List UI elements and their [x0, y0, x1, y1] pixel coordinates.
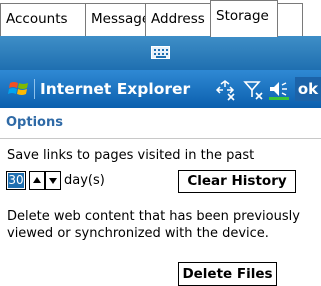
tab-message[interactable]: Message — [85, 3, 150, 36]
delete-files-button[interactable]: Delete Files — [178, 262, 277, 286]
title-bar: Internet Explorer ok — [0, 70, 321, 108]
arrow-up-icon — [33, 177, 41, 183]
tab-strip-filler — [277, 3, 303, 36]
days-up-button[interactable] — [29, 171, 45, 190]
tab-strip: Accounts Message Address Storage — [0, 0, 321, 37]
days-value: 30 — [8, 173, 24, 188]
save-links-label: Save links to pages visited in the past — [7, 148, 255, 163]
keyboard-icon[interactable] — [151, 46, 170, 59]
options-title: Options — [6, 115, 63, 130]
clear-history-button[interactable]: Clear History — [178, 170, 296, 193]
signal-icon[interactable] — [243, 79, 265, 101]
ok-button[interactable]: ok — [295, 77, 321, 101]
volume-icon[interactable] — [267, 79, 291, 101]
days-unit-label: day(s) — [64, 173, 105, 188]
input-panel-bar — [0, 36, 321, 70]
arrow-down-icon — [49, 178, 57, 184]
window-title: Internet Explorer — [40, 80, 191, 98]
delete-description-line1: Delete web content that has been previou… — [7, 209, 300, 224]
title-separator — [34, 79, 35, 99]
days-down-button[interactable] — [45, 171, 61, 190]
delete-description-line2: viewed or synchronized with the device. — [7, 226, 269, 241]
tab-address[interactable]: Address — [145, 3, 211, 36]
tab-storage[interactable]: Storage — [210, 0, 278, 37]
tab-accounts[interactable]: Accounts — [0, 3, 86, 36]
connectivity-icon[interactable] — [214, 79, 236, 101]
windows-flag-icon[interactable] — [8, 79, 30, 99]
options-header: Options — [0, 108, 321, 139]
days-field[interactable]: 30 — [6, 171, 26, 190]
